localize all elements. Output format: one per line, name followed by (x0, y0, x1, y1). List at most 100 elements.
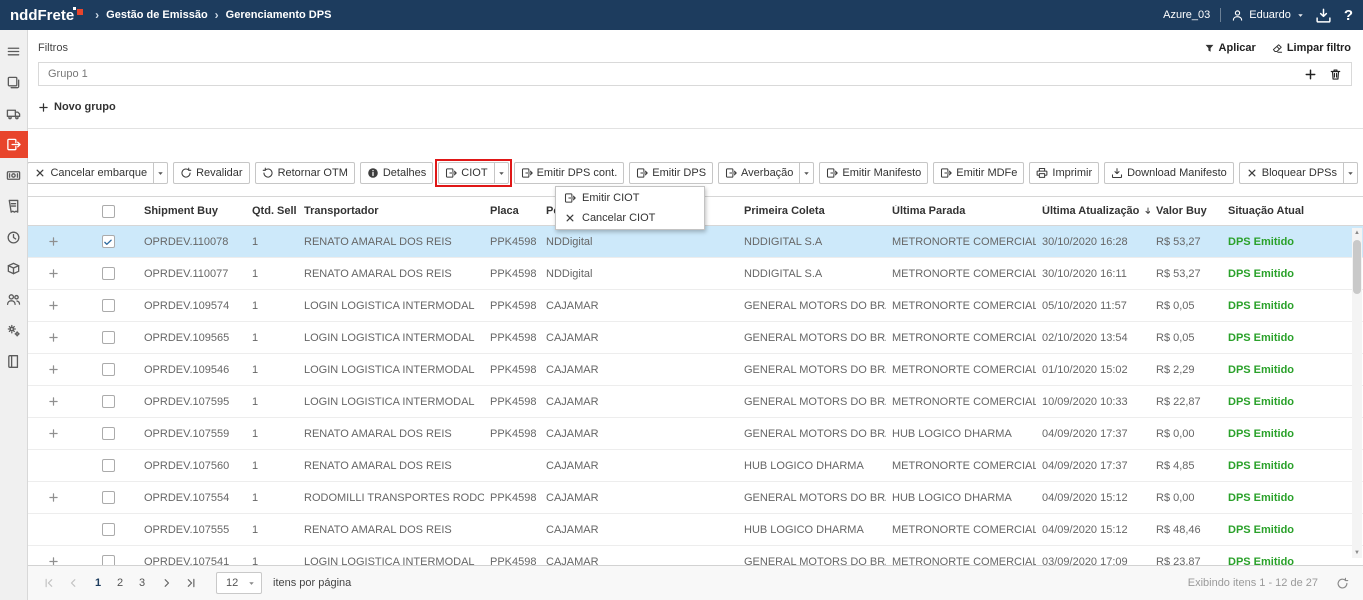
column-header-situacao-atual[interactable]: Situação Atual (1222, 205, 1352, 217)
expand-row-button[interactable] (48, 268, 59, 279)
sidebar-item-cargo[interactable] (0, 255, 28, 282)
sidebar-item-emission[interactable] (0, 131, 28, 158)
next-page-button[interactable] (156, 572, 178, 594)
row-checkbox[interactable] (102, 395, 115, 408)
first-page-button[interactable] (38, 572, 60, 594)
expand-row-button[interactable] (48, 236, 59, 247)
expand-row-button[interactable] (48, 332, 59, 343)
table-row[interactable]: OPRDEV.1075951LOGIN LOGISTICA INTERMODAL… (28, 386, 1363, 418)
column-header-placa[interactable]: Placa (484, 205, 540, 217)
averbacao-dropdown-toggle[interactable] (799, 162, 814, 184)
row-checkbox[interactable] (102, 491, 115, 504)
row-checkbox[interactable] (102, 459, 115, 472)
scrollbar-thumb[interactable] (1353, 240, 1361, 294)
user-menu[interactable]: Eduardo (1231, 9, 1305, 22)
filter-group-row[interactable]: Grupo 1 (38, 62, 1352, 86)
emitir-dps-cont-button[interactable]: Emitir DPS cont. (514, 162, 625, 184)
new-group-button[interactable]: Novo grupo (38, 98, 116, 116)
vertical-scrollbar[interactable]: ▲ ▼ (1352, 228, 1362, 558)
row-checkbox[interactable] (102, 235, 115, 248)
scroll-down-button[interactable]: ▼ (1352, 548, 1362, 558)
menu-item-emitir-ciot[interactable]: Emitir CIOT (556, 188, 704, 208)
table-row[interactable]: OPRDEV.1075541RODOMILLI TRANSPORTES RODO… (28, 482, 1363, 514)
retornar-otm-button[interactable]: Retornar OTM (255, 162, 355, 184)
page-size-select[interactable]: 12 (216, 572, 262, 594)
sidebar-item-reports[interactable] (0, 348, 28, 375)
page-number-2[interactable]: 2 (110, 572, 130, 594)
table-row[interactable]: OPRDEV.1075411LOGIN LOGISTICA INTERMODAL… (28, 546, 1363, 566)
page-number-3[interactable]: 3 (132, 572, 152, 594)
clear-filter-button[interactable]: Limpar filtro (1272, 42, 1351, 54)
expand-row-button[interactable] (48, 428, 59, 439)
table-row[interactable]: OPRDEV.1095741LOGIN LOGISTICA INTERMODAL… (28, 290, 1363, 322)
column-header-ultima-atualizacao[interactable]: Última Atualização (1036, 205, 1150, 217)
cell-valor_buy: R$ 4,85 (1150, 460, 1222, 472)
row-checkbox[interactable] (102, 299, 115, 312)
prev-page-button[interactable] (62, 572, 84, 594)
bloquear-dpss-dropdown-toggle[interactable] (1343, 162, 1358, 184)
table-row[interactable]: OPRDEV.1100771RENATO AMARAL DOS REISPPK4… (28, 258, 1363, 290)
download-center-button[interactable] (1315, 7, 1332, 24)
column-header-qtd-sell[interactable]: Qtd. Sell (246, 205, 298, 217)
sidebar-item-settings[interactable] (0, 317, 28, 344)
sidebar-item-documents[interactable] (0, 69, 28, 96)
row-checkbox[interactable] (102, 427, 115, 440)
trash-icon (1329, 68, 1342, 81)
breadcrumb-item-gerenciamento-dps[interactable]: Gerenciamento DPS (226, 9, 332, 21)
column-header-ultima-parada[interactable]: Última Parada (886, 205, 1036, 217)
page-number-1[interactable]: 1 (88, 572, 108, 594)
cancelar-embarque-dropdown-toggle[interactable] (153, 162, 168, 184)
download-manifesto-button[interactable]: Download Manifesto (1104, 162, 1234, 184)
table-row[interactable]: OPRDEV.1075601RENATO AMARAL DOS REISCAJA… (28, 450, 1363, 482)
sidebar-item-invoices[interactable] (0, 193, 28, 220)
emitir-mdfe-button[interactable]: Emitir MDFe (933, 162, 1024, 184)
column-header-valor-buy[interactable]: Valor Buy (1150, 205, 1222, 217)
bloquear-dpss-button[interactable]: Bloquear DPSs (1239, 162, 1343, 184)
environment-selector[interactable]: Azure_03 (1163, 9, 1210, 21)
add-filter-button[interactable] (1304, 68, 1317, 81)
column-header-shipment-buy[interactable]: Shipment Buy (138, 205, 246, 217)
expand-row-button[interactable] (48, 396, 59, 407)
cell-qtd_sell: 1 (246, 492, 298, 504)
table-row[interactable]: OPRDEV.1075591RENATO AMARAL DOS REISPPK4… (28, 418, 1363, 450)
top-header: nddFrete ›Gestão de Emissão›Gerenciament… (0, 0, 1363, 30)
table-row[interactable]: OPRDEV.1095651LOGIN LOGISTICA INTERMODAL… (28, 322, 1363, 354)
row-checkbox[interactable] (102, 331, 115, 344)
emitir-manifesto-button[interactable]: Emitir Manifesto (819, 162, 928, 184)
scroll-up-button[interactable]: ▲ (1352, 228, 1362, 238)
emitir-dps-button[interactable]: Emitir DPS (629, 162, 713, 184)
row-checkbox[interactable] (102, 363, 115, 376)
imprimir-button[interactable]: Imprimir (1029, 162, 1099, 184)
sidebar-item-menu[interactable] (0, 38, 28, 65)
column-header-transportador[interactable]: Transportador (298, 205, 484, 217)
ciot-button[interactable]: CIOT (438, 162, 493, 184)
averbacao-button[interactable]: Averbação (718, 162, 799, 184)
apply-filter-button[interactable]: Aplicar (1204, 42, 1256, 54)
delete-group-button[interactable] (1329, 68, 1342, 81)
detalhes-button[interactable]: Detalhes (360, 162, 433, 184)
menu-item-cancelar-ciot[interactable]: Cancelar CIOT (556, 208, 704, 228)
breadcrumb-item-gestao-de-emissao[interactable]: Gestão de Emissão (106, 9, 208, 21)
sidebar-item-history[interactable] (0, 224, 28, 251)
help-button[interactable]: ? (1344, 7, 1353, 24)
column-header-primeira-coleta[interactable]: Primeira Coleta (738, 205, 886, 217)
row-checkbox[interactable] (102, 523, 115, 536)
expand-row-button[interactable] (48, 300, 59, 311)
cancelar-embarque-button[interactable]: Cancelar embarque (27, 162, 153, 184)
eraser-icon (1272, 43, 1283, 54)
revalidar-button[interactable]: Revalidar (173, 162, 249, 184)
table-row[interactable]: OPRDEV.1075551RENATO AMARAL DOS REISCAJA… (28, 514, 1363, 546)
ciot-dropdown-toggle[interactable] (494, 162, 509, 184)
sidebar-item-fleet[interactable] (0, 100, 28, 127)
expand-row-button[interactable] (48, 364, 59, 375)
table-row[interactable]: OPRDEV.1100781RENATO AMARAL DOS REISPPK4… (28, 226, 1363, 258)
sidebar-item-billing[interactable] (0, 162, 28, 189)
refresh-grid-button[interactable] (1336, 577, 1349, 590)
last-page-button[interactable] (180, 572, 202, 594)
expand-row-button[interactable] (48, 492, 59, 503)
sidebar-item-partners[interactable] (0, 286, 28, 313)
select-all-checkbox[interactable] (102, 205, 115, 218)
row-checkbox[interactable] (102, 267, 115, 280)
table-row[interactable]: OPRDEV.1095461LOGIN LOGISTICA INTERMODAL… (28, 354, 1363, 386)
app-logo[interactable]: nddFrete (10, 7, 83, 24)
